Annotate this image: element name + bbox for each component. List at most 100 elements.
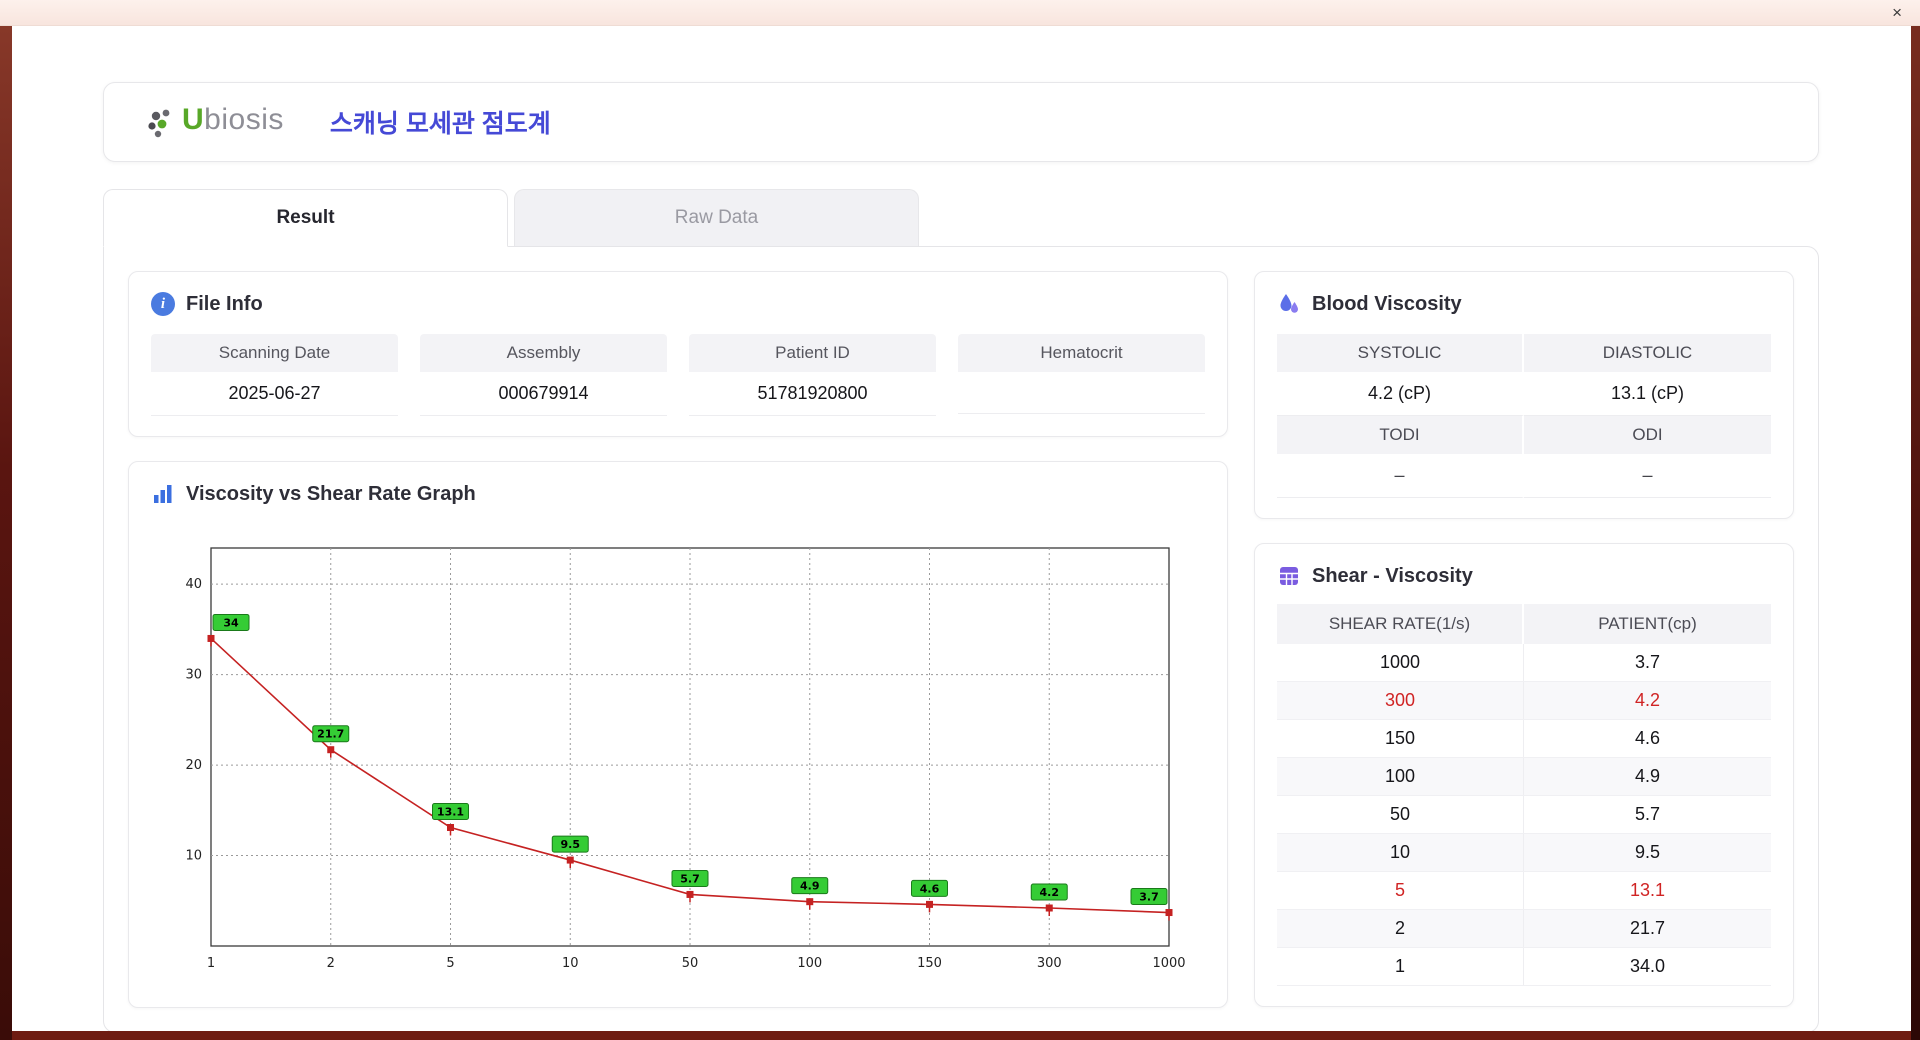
patient-cell: 13.1 [1629,880,1666,900]
info-icon: i [151,292,175,316]
tab-raw-data[interactable]: Raw Data [514,189,919,246]
table-header-row: SHEAR RATE(1/s) PATIENT(cp) [1277,604,1771,644]
svg-text:2: 2 [327,956,335,971]
bar-chart-icon [154,485,172,503]
logo-dots-icon [148,109,170,138]
shear-viscosity-title-row: Shear - Viscosity [1277,564,1771,588]
brand-letter-u: U [182,103,205,136]
field-label: Patient ID [689,334,936,372]
shear-rate-cell: 5 [1277,872,1524,909]
diastolic-label: DIASTOLIC [1524,334,1771,372]
close-icon[interactable]: × [1888,4,1906,21]
svg-text:13.1: 13.1 [437,806,464,819]
patient-cell: 3.7 [1634,652,1661,672]
table-row: 2 21.7 [1277,910,1771,948]
window-edge-left [0,0,12,1040]
blood-viscosity-grid: SYSTOLIC DIASTOLIC 4.2 (cP) 13.1 (cP) TO… [1277,334,1771,498]
graph-title: Viscosity vs Shear Rate Graph [186,482,476,505]
blood-viscosity-card: Blood Viscosity SYSTOLIC DIASTOLIC 4.2 (… [1254,271,1794,519]
field-value [958,372,1205,414]
brand-rest: biosis [204,103,284,136]
patient-cell: 5.7 [1634,804,1661,824]
svg-text:4.9: 4.9 [800,880,820,893]
blood-viscosity-title-row: Blood Viscosity [1277,292,1771,316]
systolic-label: SYSTOLIC [1277,334,1524,372]
svg-text:20: 20 [185,758,202,773]
table-row: 100 4.9 [1277,758,1771,796]
diastolic-value: 13.1 (cP) [1524,372,1771,416]
svg-text:21.7: 21.7 [317,728,344,741]
graph-title-row: Viscosity vs Shear Rate Graph [151,482,1205,506]
field-hematocrit: Hematocrit [958,334,1205,416]
tab-result[interactable]: Result [103,189,508,247]
ubiosis-logo: Ubiosis [146,103,284,141]
shear-viscosity-table: SHEAR RATE(1/s) PATIENT(cp) 1000 3.7 300 4.… [1277,604,1771,986]
table-row: 10 9.5 [1277,834,1771,872]
file-info-title: File Info [186,292,263,315]
field-label: Assembly [420,334,667,372]
droplets-icon [1280,294,1298,313]
shear-rate-cell: 1 [1277,948,1524,985]
shear-rate-cell: 1000 [1277,644,1524,681]
field-value: 000679914 [420,372,667,416]
shear-table-body: 1000 3.7 300 4.2 150 4.6 100 4.9 50 5.7 10 9.5 5 13.1… [1277,644,1771,986]
patient-cell: 34.0 [1629,956,1666,976]
svg-text:100: 100 [797,956,822,971]
window-edge-right [1911,0,1920,1040]
patient-cell: 9.5 [1634,842,1661,862]
table-row: 1000 3.7 [1277,644,1771,682]
table-row: 50 5.7 [1277,796,1771,834]
field-patient-id: Patient ID 51781920800 [689,334,936,416]
svg-text:9.5: 9.5 [561,838,581,851]
shear-viscosity-title: Shear - Viscosity [1312,564,1473,587]
result-panel: i File Info Scanning Date 2025-06-27 Ass… [103,246,1819,1033]
page-title: 스캐닝 모세관 점도계 [329,110,551,138]
odi-value: – [1524,454,1771,498]
shear-rate-cell: 2 [1277,910,1524,947]
shear-viscosity-card: Shear - Viscosity SHEAR RATE(1/s) PATIEN… [1254,543,1794,1007]
shear-rate-header: SHEAR RATE(1/s) [1277,604,1524,644]
svg-text:40: 40 [185,577,202,592]
tab-bar: Result Raw Data [103,189,1911,247]
window-titlebar: × [0,0,1920,26]
file-info-title-row: i File Info [151,292,1205,316]
svg-text:4.2: 4.2 [1040,886,1060,899]
file-info-fields: Scanning Date 2025-06-27 Assembly 000679… [151,334,1205,416]
shear-rate-cell: 10 [1277,834,1524,871]
field-value: 51781920800 [689,372,936,416]
patient-cell: 4.2 [1634,690,1661,710]
svg-text:30: 30 [185,668,202,683]
systolic-value: 4.2 (cP) [1277,372,1524,416]
svg-text:10: 10 [185,849,202,864]
svg-text:150: 150 [917,956,942,971]
svg-text:50: 50 [682,956,699,971]
viscosity-chart-svg: 10 20 30 40 1 2 5 10 50 100 150 300 1000 34 21.7 13.1 9.… [185,547,1186,971]
window-content: Ubiosis 스캐닝 모세관 점도계 Result Raw Data i Fi… [12,26,1911,1033]
shear-rate-cell: 100 [1277,758,1524,795]
right-column: Blood Viscosity SYSTOLIC DIASTOLIC 4.2 (… [1254,271,1794,1008]
field-scanning-date: Scanning Date 2025-06-27 [151,334,398,416]
table-row: 150 4.6 [1277,720,1771,758]
field-value: 2025-06-27 [151,372,398,416]
svg-text:5: 5 [446,956,454,971]
shear-rate-cell: 300 [1277,682,1524,719]
patient-cell: 4.9 [1634,766,1661,786]
blood-viscosity-title: Blood Viscosity [1312,292,1462,315]
shear-rate-cell: 150 [1277,720,1524,757]
svg-text:3.7: 3.7 [1139,891,1159,904]
svg-text:1000: 1000 [1152,956,1185,971]
table-row: 5 13.1 [1277,872,1771,910]
left-column: i File Info Scanning Date 2025-06-27 Ass… [128,271,1228,1008]
chart-area: 10 20 30 40 1 2 5 10 50 100 150 300 1000 34 21.7 13.1 9.… [151,506,1205,987]
field-label: Scanning Date [151,334,398,372]
table-row: 1 34.0 [1277,948,1771,986]
svg-text:10: 10 [562,956,579,971]
patient-header: PATIENT(cp) [1598,614,1697,633]
odi-label: ODI [1524,416,1771,454]
app-header: Ubiosis 스캐닝 모세관 점도계 [103,82,1819,162]
todi-value: – [1277,454,1524,498]
todi-label: TODI [1277,416,1524,454]
table-row: 300 4.2 [1277,682,1771,720]
viscosity-graph-card: Viscosity vs Shear Rate Graph 10 20 30 40 1 2… [128,461,1228,1008]
field-assembly: Assembly 000679914 [420,334,667,416]
